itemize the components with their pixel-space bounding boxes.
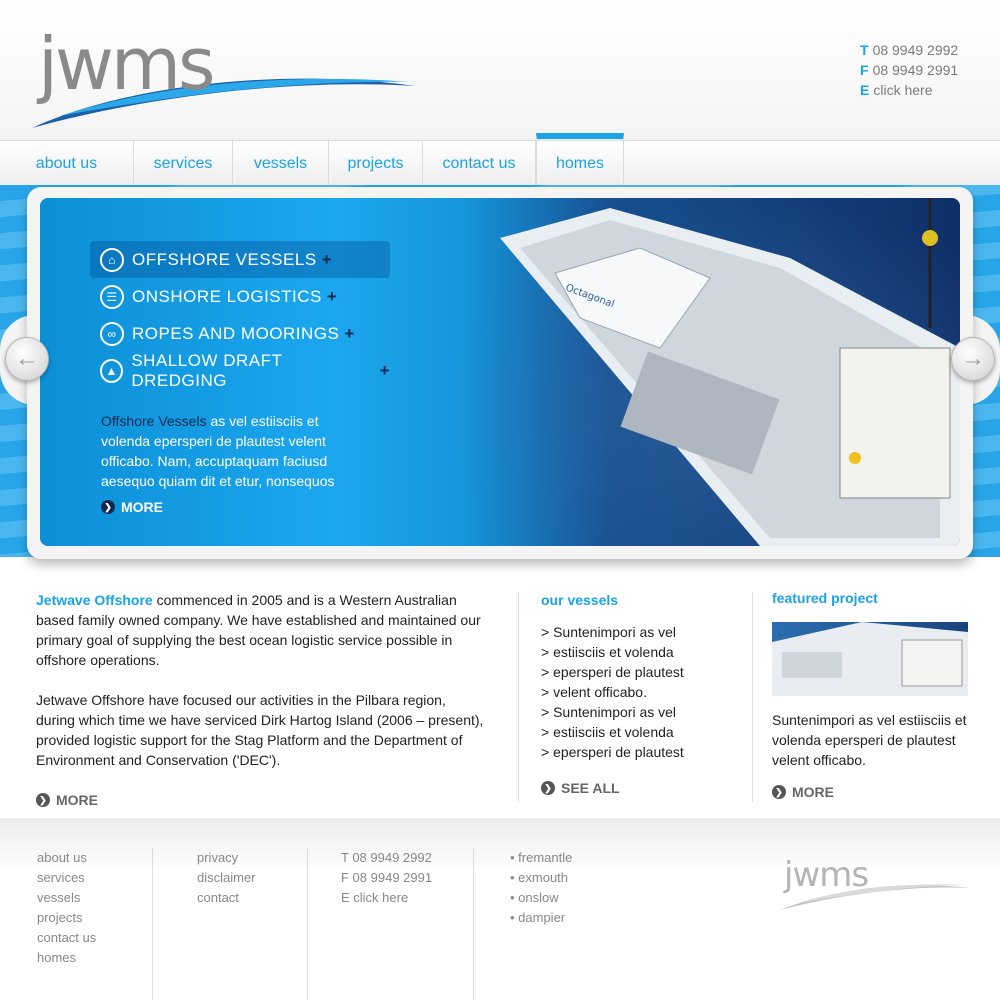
about-section: Jetwave Offshore commenced in 2005 and i… bbox=[36, 590, 486, 810]
featured-project-heading: featured project bbox=[772, 590, 878, 606]
footer-link-disclaimer[interactable]: disclaimer bbox=[197, 868, 256, 888]
footer-legal: privacy disclaimer contact bbox=[197, 848, 256, 908]
rope-icon: ∞ bbox=[100, 321, 124, 346]
nav-vessels[interactable]: vessels bbox=[233, 141, 329, 186]
footer-contact: T 08 9949 2992 F 08 9949 2991 E click he… bbox=[341, 848, 432, 908]
header: jwms T 08 9949 2992 F 08 9949 2991 Eclick … bbox=[0, 0, 1000, 140]
chevron-right-icon: ❯ bbox=[36, 793, 50, 807]
nav-homes[interactable]: homes bbox=[536, 133, 624, 186]
arrow-right-icon: → bbox=[961, 345, 985, 372]
logo-text: jwms bbox=[38, 22, 216, 106]
hero-more-button[interactable]: ❯ MORE bbox=[101, 499, 163, 515]
chevron-right-icon: ❯ bbox=[101, 500, 115, 514]
footer-location[interactable]: • fremantle bbox=[510, 848, 572, 868]
footer-link-projects[interactable]: projects bbox=[37, 908, 96, 928]
vessel-list-item[interactable]: > estiisciis et volenda bbox=[541, 642, 741, 662]
header-phone: T 08 9949 2992 bbox=[860, 42, 959, 58]
footer-location[interactable]: • onslow bbox=[510, 888, 572, 908]
footer-nav: about us services vessels projects conta… bbox=[37, 848, 96, 968]
logo[interactable]: jwms bbox=[30, 28, 420, 138]
footer-location[interactable]: • exmouth bbox=[510, 868, 572, 888]
our-vessels-heading: our vessels bbox=[541, 592, 619, 608]
footer-divider bbox=[152, 848, 153, 1000]
see-all-button[interactable]: ❯ SEE ALL bbox=[541, 778, 741, 798]
footer-link-vessels[interactable]: vessels bbox=[37, 888, 96, 908]
footer-divider bbox=[473, 848, 474, 1000]
nav-projects[interactable]: projects bbox=[329, 141, 423, 186]
house-icon: ⌂ bbox=[100, 247, 124, 272]
vessel-list: > Suntenimpori as vel > estiisciis et vo… bbox=[541, 622, 741, 762]
nav-contact-us[interactable]: contact us bbox=[423, 141, 536, 186]
vessel-list-item[interactable]: > Suntenimpori as vel bbox=[541, 622, 741, 642]
content-divider bbox=[752, 592, 753, 802]
chevron-right-icon: ❯ bbox=[772, 785, 786, 799]
featured-more-button[interactable]: ❯ MORE bbox=[772, 782, 977, 802]
menu-offshore-vessels[interactable]: ⌂ OFFSHORE VESSELS + bbox=[90, 241, 390, 278]
featured-project-image[interactable] bbox=[772, 622, 968, 696]
footer-locations: • fremantle • exmouth • onslow • dampier bbox=[510, 848, 572, 928]
menu-ropes-and-moorings[interactable]: ∞ ROPES AND MOORINGS + bbox=[90, 315, 390, 352]
truck-icon: ☰ bbox=[100, 284, 124, 309]
vessel-photo: Octagonal bbox=[500, 198, 960, 546]
footer-email[interactable]: E click here bbox=[341, 888, 432, 908]
header-fax: F 08 9949 2991 bbox=[860, 62, 959, 78]
nav-about-us[interactable]: about us bbox=[0, 141, 134, 186]
footer-link-contact-us[interactable]: contact us bbox=[37, 928, 96, 948]
anchor-icon: ▲ bbox=[100, 358, 124, 383]
hero-description: Offshore Vessels as vel estiisciis et vo… bbox=[101, 413, 335, 489]
slider-prev-button[interactable]: ← bbox=[5, 337, 49, 381]
featured-project-section: featured project Suntenimpori as vel est… bbox=[772, 590, 977, 802]
about-more-button[interactable]: ❯ MORE bbox=[36, 790, 486, 810]
footer-logo-text: jwms bbox=[784, 855, 869, 895]
footer-link-privacy[interactable]: privacy bbox=[197, 848, 256, 868]
nav-services[interactable]: services bbox=[134, 141, 233, 186]
menu-onshore-logistics[interactable]: ☰ ONSHORE LOGISTICS + bbox=[90, 278, 390, 315]
header-email[interactable]: Eclick here bbox=[860, 80, 958, 100]
featured-project-text: Suntenimpori as vel estiisciis et volend… bbox=[772, 712, 967, 768]
footer-link-about-us[interactable]: about us bbox=[37, 848, 96, 868]
email-link[interactable]: click here bbox=[873, 82, 932, 98]
footer-location[interactable]: • dampier bbox=[510, 908, 572, 928]
menu-shallow-draft-dredging[interactable]: ▲ SHALLOW DRAFT DREDGING + bbox=[90, 351, 390, 390]
about-paragraph-1: Jetwave Offshore commenced in 2005 and i… bbox=[36, 592, 481, 668]
vessel-list-item[interactable]: > estiisciis et volenda bbox=[541, 722, 741, 742]
vessel-list-item[interactable]: > epersperi de plautest bbox=[541, 662, 741, 682]
vessel-list-item[interactable]: > Suntenimpori as vel bbox=[541, 702, 741, 722]
footer-phone: T 08 9949 2992 bbox=[341, 850, 432, 865]
footer-logo[interactable]: jwms bbox=[778, 855, 973, 915]
main-nav: about us services vessels projects conta… bbox=[0, 133, 1000, 186]
footer-link-homes[interactable]: homes bbox=[37, 948, 96, 968]
about-paragraph-2: Jetwave Offshore have focused our activi… bbox=[36, 692, 484, 768]
footer-link-services[interactable]: services bbox=[37, 868, 96, 888]
our-vessels-section: our vessels > Suntenimpori as vel > esti… bbox=[541, 590, 741, 798]
vessel-list-item[interactable]: > epersperi de plautest bbox=[541, 742, 741, 762]
slider-next-button[interactable]: → bbox=[951, 337, 995, 381]
content-divider bbox=[518, 592, 519, 802]
footer-link-contact[interactable]: contact bbox=[197, 888, 256, 908]
chevron-right-icon: ❯ bbox=[541, 781, 555, 795]
arrow-left-icon: ← bbox=[15, 345, 39, 372]
footer-fax: F 08 9949 2991 bbox=[341, 870, 433, 885]
services-menu: ⌂ OFFSHORE VESSELS + ☰ ONSHORE LOGISTICS +… bbox=[90, 241, 390, 390]
footer-divider bbox=[307, 848, 308, 1000]
header-contact: T 08 9949 2992 F 08 9949 2991 Eclick here bbox=[860, 40, 958, 100]
vessel-list-item[interactable]: > velent officabo. bbox=[541, 682, 741, 702]
